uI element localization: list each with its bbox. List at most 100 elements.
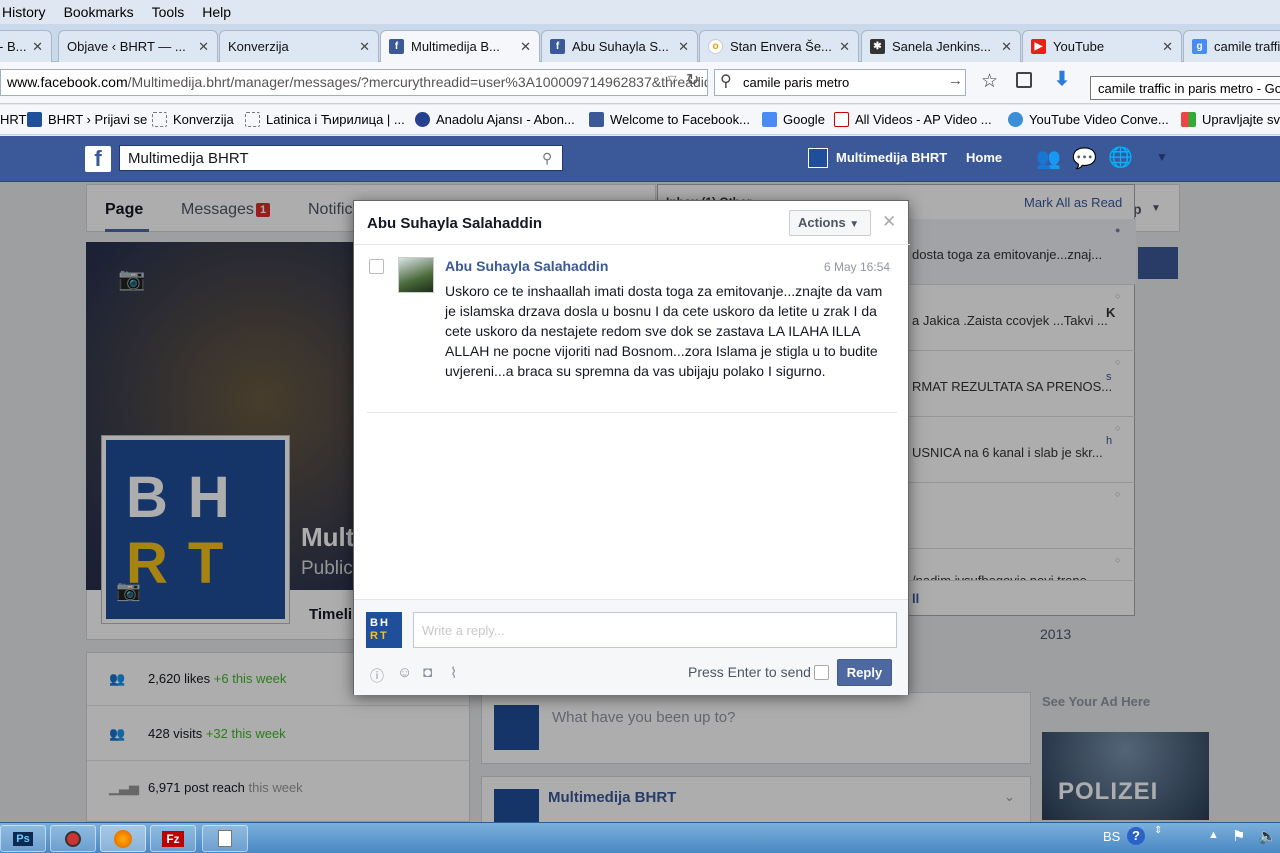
firefox-icon bbox=[114, 829, 132, 848]
friends-icon[interactable]: 👥 bbox=[1036, 146, 1061, 171]
bookmark-1[interactable]: BHRT › Prijavi se bbox=[27, 112, 147, 127]
star-icon[interactable]: ☆ bbox=[981, 70, 998, 93]
message-checkbox[interactable] bbox=[369, 259, 384, 274]
reply-avatar: BH RT bbox=[366, 612, 402, 648]
reading-list-icon[interactable] bbox=[1016, 72, 1032, 88]
sender-name-link[interactable]: Abu Suhayla Salahaddin bbox=[445, 258, 608, 274]
facebook-search-input[interactable]: Multimedija BHRT bbox=[119, 145, 563, 171]
close-icon[interactable]: ✕ bbox=[678, 39, 689, 55]
photoshop-icon: Ps bbox=[13, 831, 33, 846]
page-name-link[interactable]: Multimedija BHRT bbox=[836, 150, 947, 165]
close-icon[interactable]: ✕ bbox=[1162, 39, 1173, 55]
facebook-logo-icon[interactable]: f bbox=[85, 146, 111, 172]
bookmark-0[interactable]: HRT bbox=[0, 112, 26, 127]
close-icon[interactable]: ✕ bbox=[359, 39, 370, 55]
chevron-down-icon: ▼ bbox=[849, 219, 860, 230]
taskbar: Ps Fz BS ? ⇕ ▲ ⚑ 🔈 bbox=[0, 822, 1280, 853]
reply-input[interactable]: Write a reply... bbox=[413, 612, 897, 648]
search-input[interactable]: camile paris metro bbox=[714, 69, 966, 96]
tab-3-active[interactable]: f Multimedija B... ✕ bbox=[380, 30, 540, 62]
facebook-icon bbox=[589, 112, 604, 127]
tab-5[interactable]: o Stan Envera Še... ✕ bbox=[699, 30, 859, 62]
dialog-footer: BH RT Write a reply... ⓘ ☺ ◘ ⌇ Press Ente… bbox=[354, 599, 908, 695]
tab-2[interactable]: Konverzija ✕ bbox=[219, 30, 379, 62]
tab-6[interactable]: ✱ Sanela Jenkins... ✕ bbox=[861, 30, 1021, 62]
bookmark-9[interactable]: Upravljajte sv bbox=[1181, 112, 1280, 127]
tab-8[interactable]: g camile traffi bbox=[1183, 30, 1280, 62]
dialog-header: Abu Suhayla Salahaddin Actions ▼ ✕ bbox=[354, 201, 910, 245]
bookmarks-bar: HRT BHRT › Prijavi se Konverzija Latinic… bbox=[0, 105, 1280, 135]
emoji-icon[interactable]: ☺ bbox=[397, 664, 412, 681]
search-icon: ⚲ bbox=[720, 73, 732, 90]
reply-button[interactable]: Reply bbox=[837, 659, 892, 686]
search-icon[interactable]: ⚲ bbox=[542, 150, 552, 167]
menu-tools[interactable]: Tools bbox=[150, 4, 187, 20]
tray-expand-icon[interactable]: ▲ bbox=[1208, 829, 1219, 841]
reload-icon[interactable]: ↻ bbox=[686, 70, 699, 90]
taskbar-filezilla[interactable]: Fz bbox=[150, 825, 196, 852]
globe-icon[interactable]: 🌐 bbox=[1108, 145, 1133, 170]
language-indicator[interactable]: BS bbox=[1103, 829, 1120, 844]
menu-help[interactable]: Help bbox=[200, 4, 233, 20]
go-arrow-icon[interactable]: → bbox=[948, 72, 963, 89]
taskbar-firefox[interactable] bbox=[100, 825, 146, 852]
ap-icon bbox=[834, 112, 849, 127]
attachment-icon[interactable]: ⌇ bbox=[450, 664, 457, 682]
close-icon[interactable]: ✕ bbox=[32, 39, 43, 55]
camera-icon[interactable]: ◘ bbox=[423, 664, 432, 681]
download-icon[interactable]: ⬇ bbox=[1054, 68, 1070, 91]
bookmark-6[interactable]: Google bbox=[762, 112, 825, 127]
home-link[interactable]: Home bbox=[966, 150, 1002, 165]
taskbar-media[interactable] bbox=[50, 825, 96, 852]
divider bbox=[367, 412, 897, 413]
help-icon[interactable]: ? bbox=[1127, 827, 1145, 845]
bookmark-3[interactable]: Latinica i Ћирилица | ... bbox=[245, 112, 405, 127]
tab-0[interactable]: - B... ✕ bbox=[0, 30, 52, 62]
address-bar[interactable]: www.facebook.com/Multimedija.bhrt/manage… bbox=[0, 69, 708, 96]
bookmark-5[interactable]: Welcome to Facebook... bbox=[589, 112, 750, 127]
message-body: Uskoro ce te inshaallah imati dosta toga… bbox=[445, 283, 883, 379]
chevron-down-icon[interactable]: ▼ bbox=[1156, 150, 1168, 164]
gear-site-icon: ✱ bbox=[870, 39, 885, 54]
close-icon[interactable]: ✕ bbox=[198, 39, 209, 55]
flag-icon[interactable]: ⚑ bbox=[1232, 827, 1245, 845]
press-enter-label: Press Enter to send bbox=[688, 664, 811, 680]
sender-avatar[interactable] bbox=[398, 257, 434, 293]
facebook-header: f Multimedija BHRT ⚲ Multimedija BHRT Ho… bbox=[0, 136, 1280, 182]
facebook-icon: f bbox=[550, 39, 565, 54]
tab-1[interactable]: Objave ‹ BHRT — ... ✕ bbox=[58, 30, 218, 62]
blank-page-icon bbox=[152, 112, 167, 127]
page-avatar[interactable] bbox=[808, 148, 828, 168]
press-enter-checkbox[interactable] bbox=[814, 665, 829, 680]
filezilla-icon: Fz bbox=[162, 830, 184, 847]
messages-icon[interactable]: 💬 bbox=[1072, 146, 1097, 171]
tray-arrows-icon[interactable]: ⇕ bbox=[1154, 825, 1162, 836]
navigation-bar: www.facebook.com/Multimedija.bhrt/manage… bbox=[0, 62, 1280, 104]
refresh-site-icon bbox=[1008, 112, 1023, 127]
close-icon[interactable]: ✕ bbox=[839, 39, 850, 55]
menu-bookmarks[interactable]: Bookmarks bbox=[62, 4, 136, 20]
bookmark-7[interactable]: All Videos - AP Video ... bbox=[834, 112, 992, 127]
youtube-icon: ▶ bbox=[1031, 39, 1046, 54]
notepad-icon bbox=[218, 830, 232, 847]
bookmark-4[interactable]: Anadolu Ajansı - Abon... bbox=[415, 112, 575, 127]
dropdown-arrow-icon[interactable]: ▽ bbox=[668, 73, 676, 86]
volume-icon[interactable]: 🔈 bbox=[1258, 827, 1277, 845]
bhrt-icon bbox=[27, 112, 42, 127]
close-icon[interactable]: ✕ bbox=[882, 212, 896, 232]
bookmark-2[interactable]: Konverzija bbox=[152, 112, 234, 127]
tab-4[interactable]: f Abu Suhayla S... ✕ bbox=[541, 30, 698, 62]
taskbar-photoshop[interactable]: Ps bbox=[0, 825, 46, 852]
olx-icon: o bbox=[708, 39, 723, 54]
blank-page-icon bbox=[245, 112, 260, 127]
close-icon[interactable]: ✕ bbox=[1001, 39, 1012, 55]
menu-history[interactable]: History bbox=[0, 4, 48, 20]
close-icon[interactable]: ✕ bbox=[520, 39, 531, 55]
info-icon[interactable]: ⓘ bbox=[370, 666, 384, 686]
taskbar-notepad[interactable] bbox=[202, 825, 248, 852]
actions-button[interactable]: Actions ▼ bbox=[789, 210, 871, 236]
tab-7[interactable]: ▶ YouTube ✕ bbox=[1022, 30, 1182, 62]
google-icon bbox=[762, 112, 777, 127]
bookmark-8[interactable]: YouTube Video Conve... bbox=[1008, 112, 1169, 127]
message-dialog: Abu Suhayla Salahaddin Actions ▼ ✕ Abu S… bbox=[353, 200, 910, 695]
